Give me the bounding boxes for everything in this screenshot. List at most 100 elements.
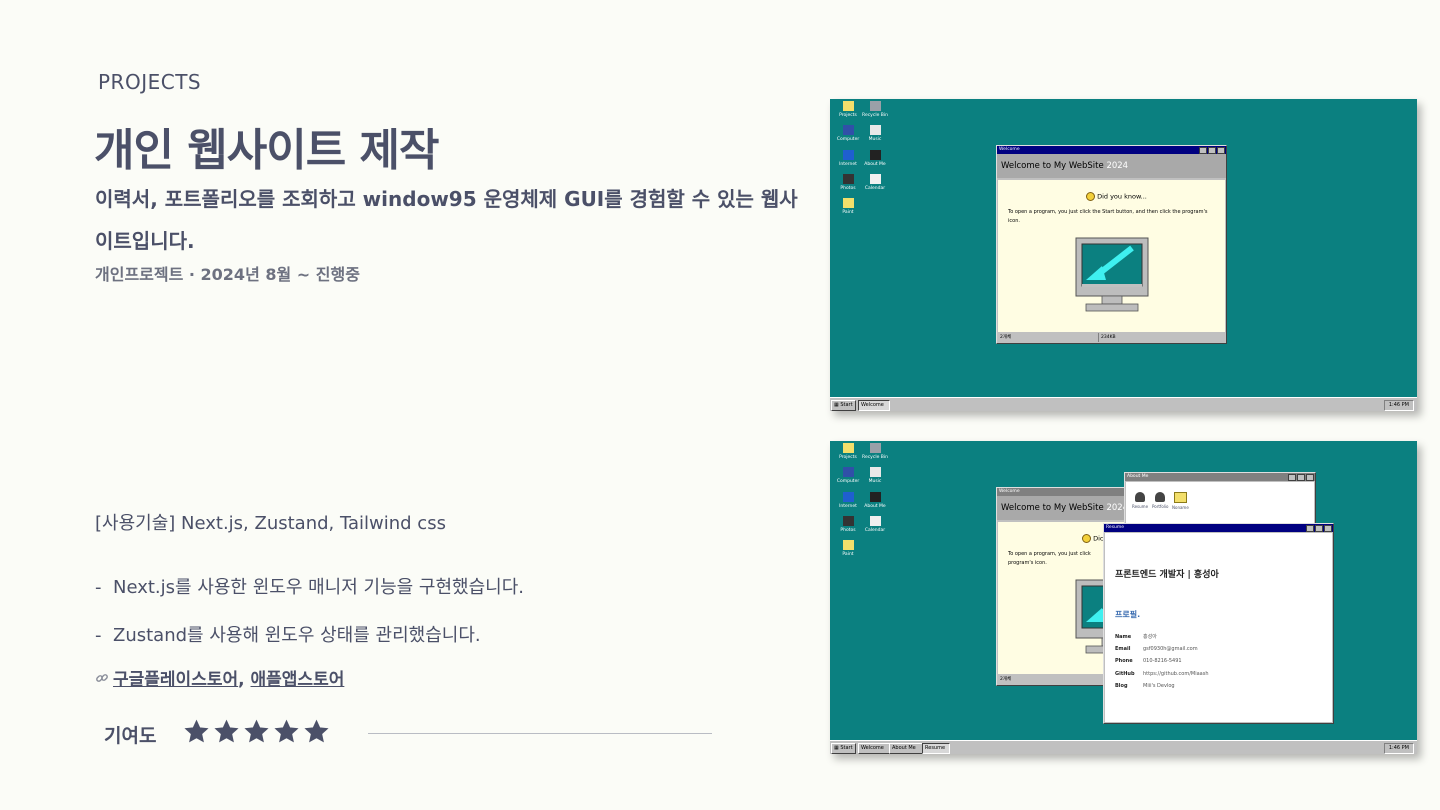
desktop-icon-label: Internet [839,162,857,167]
star-icon [304,719,329,743]
recycle-bin-icon [869,443,881,453]
link-icon [95,670,113,690]
project-description: 이력서, 포트폴리오를 조회하고 window95 운영체제 GUI를 경험할 … [95,187,798,253]
resume-window[interactable]: Resume 프론트엔드 개발자 | 홍성아 프로필. Name 홍성아 Email… [1103,523,1334,724]
desktop-icon[interactable]: Music [861,125,889,142]
star-icon [274,719,299,743]
window-title: Resume [1106,525,1125,530]
bullet-text: Zustand를 사용해 윈도우 상태를 관리했습니다. [113,625,481,646]
desktop-icon-label: Computer [836,137,860,142]
welcome-window[interactable]: Welcome Welcome to My WebSite 2024 Did y… [996,145,1227,344]
bullet-mark: - [95,577,102,598]
taskbar-item-welcome[interactable]: Welcome [858,743,890,754]
camera-icon [842,516,854,526]
close-button[interactable] [1217,147,1225,154]
desktop-icon[interactable]: Internet [834,492,862,509]
maximize-button[interactable] [1208,147,1216,154]
desktop-icon[interactable]: About Me [861,150,889,167]
resume-row-value: 010-8216-5491 [1143,658,1182,664]
minimize-button[interactable] [1288,474,1296,481]
desktop-icon-label: Computer [836,479,860,484]
welcome-body: Did you know... To open a program, you j… [998,180,1225,332]
window-title: Welcome [999,147,1020,152]
minimize-button[interactable] [1199,147,1207,154]
internet-icon [842,150,854,160]
close-button[interactable] [1306,474,1314,481]
music-icon [869,467,881,477]
folder-icon[interactable]: Noname [1172,492,1189,510]
resume-file-icon[interactable]: Resume [1132,492,1148,509]
desktop-icon-label: Calendar [864,186,886,191]
resume-row: Email gsf0930h@gmail.com [1115,646,1198,652]
window-titlebar[interactable]: Welcome [997,146,1226,154]
taskbar-item-about-me[interactable]: About Me [889,743,923,754]
folder-icon [842,443,854,453]
status-bar: 2개체 234KB [1000,333,1116,342]
tip-text: To open a program, you just click the St… [1008,209,1208,224]
desktop-icon[interactable]: Internet [834,150,862,167]
resume-heading: 프론트엔드 개발자 | 홍성아 [1115,570,1219,580]
resume-row-label: GitHub [1115,670,1135,677]
resume-body: 프론트엔드 개발자 | 홍성아 프로필. Name 홍성아 Email gsf0930… [1105,533,1332,722]
feature-bullet: - Zustand를 사용해 윈도우 상태를 관리했습니다. [95,621,481,647]
desktop-icon[interactable]: Paint [834,540,862,557]
portfolio-file-icon[interactable]: Portfolio [1152,492,1168,509]
desktop-icon-label: About Me [864,162,886,167]
taskbar-clock: 1:46 PM [1383,400,1414,411]
star-icon [244,719,269,743]
resume-row-label: Email [1115,645,1131,652]
paint-icon [842,198,854,208]
recycle-bin-icon [869,101,881,111]
close-button[interactable] [1324,525,1332,532]
taskbar-item-welcome[interactable]: Welcome [858,400,890,411]
desktop-icon[interactable]: Recycle Bin [861,443,889,460]
screenshot-resume: Projects Recycle Bin Computer Music Internet… [830,441,1417,754]
start-button[interactable]: ▦ Start [831,400,856,411]
desktop-icon[interactable]: Computer [834,467,862,484]
desktop-icon[interactable]: Projects [834,443,862,460]
link-separator: , [238,670,245,690]
desktop-icon[interactable]: Music [861,467,889,484]
windows-logo-icon: ▦ [834,402,839,408]
star-icon [214,719,239,743]
desktop-icon-label: Recycle Bin [862,113,888,118]
resume-row: Blog Miii's Devlog [1115,683,1175,689]
maximize-button[interactable] [1297,474,1305,481]
desktop-icon[interactable]: Photos [834,174,862,191]
start-button[interactable]: ▦ Start [831,743,856,754]
window-titlebar[interactable]: About Me [1125,473,1315,481]
window-title: About Me [1127,474,1149,479]
taskbar: ▦ Start Welcome About Me Resume 1:46 PM [830,740,1417,754]
desktop-icon[interactable]: Calendar [861,516,889,533]
calendar-icon [869,516,881,526]
desktop-icon-label: Photos [840,186,856,191]
divider [368,733,712,734]
desktop-icon-label: About Me [864,504,886,509]
desktop-icon-label: Projects [839,455,857,460]
window-titlebar[interactable]: Resume [1104,524,1333,532]
taskbar-item-resume[interactable]: Resume [922,743,950,754]
taskbar-clock: 1:46 PM [1383,743,1414,754]
desktop-icon[interactable]: Computer [834,125,862,142]
desktop-icon[interactable]: Projects [834,101,862,118]
section-label: PROJECTS [98,70,202,94]
app-store-link[interactable]: 애플앱스토어 [251,670,345,690]
contribution-rating [184,719,329,749]
page-title: 개인 웹사이트 제작 [94,125,439,176]
desktop-icon-label: Internet [839,504,857,509]
desktop-icon-label: Photos [840,528,856,533]
desktop-icon[interactable]: Paint [834,198,862,215]
desktop-icon[interactable]: Recycle Bin [861,101,889,118]
desktop-icon-label: Projects [839,113,857,118]
store-links: 구글플레이스토어, 애플앱스토어 [95,665,344,690]
minimize-button[interactable] [1306,525,1314,532]
did-you-know: Did you know... [1086,192,1147,201]
google-play-link[interactable]: 구글플레이스토어 [113,670,238,690]
music-icon [869,125,881,135]
computer-icon [842,467,854,477]
maximize-button[interactable] [1315,525,1323,532]
desktop-icon[interactable]: About Me [861,492,889,509]
star-icon [184,719,209,743]
desktop-icon[interactable]: Photos [834,516,862,533]
desktop-icon[interactable]: Calendar [861,174,889,191]
